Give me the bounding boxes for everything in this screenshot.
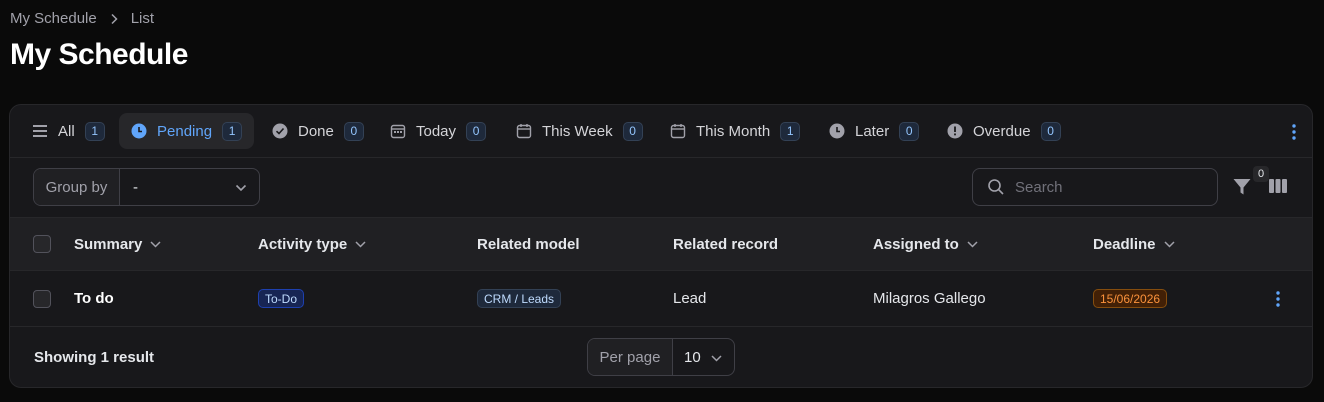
breadcrumb: My Schedule List [10, 10, 154, 27]
tab-overdue[interactable]: Overdue 0 [935, 113, 1073, 149]
search-icon [987, 178, 1005, 196]
column-header-summary[interactable]: Summary [74, 218, 161, 270]
clock-icon [829, 123, 845, 139]
count-badge: 0 [622, 121, 643, 141]
tab-done[interactable]: Done 0 [260, 113, 376, 149]
tab-this-month[interactable]: This Month 1 [658, 113, 812, 149]
calendar-icon [670, 123, 686, 139]
chevron-down-icon [150, 240, 161, 248]
search-input[interactable] [1015, 178, 1205, 196]
chevron-down-icon [1164, 240, 1175, 248]
count-badge: 0 [466, 121, 487, 141]
list-icon [32, 123, 48, 139]
tab-later[interactable]: Later 0 [817, 113, 931, 149]
row-select-cell [33, 271, 51, 326]
column-header-activity-type[interactable]: Activity type [258, 218, 366, 270]
column-header-related-record: Related record [673, 218, 778, 270]
related-model-cell: CRM / Leads [477, 271, 562, 326]
chevron-down-icon [711, 349, 722, 366]
column-header-deadline[interactable]: Deadline [1093, 218, 1175, 270]
tab-all[interactable]: All 1 [20, 113, 117, 149]
activity-type-cell: To-Do [258, 271, 305, 326]
count-badge: 0 [899, 121, 920, 141]
chevron-down-icon [355, 240, 366, 248]
activity-type-badge: To-Do [258, 289, 305, 308]
more-vertical-icon[interactable] [1286, 122, 1302, 142]
tab-label: Done [298, 122, 334, 140]
columns-icon[interactable] [1269, 178, 1287, 194]
group-by-value: - [133, 178, 138, 196]
filter-count-badge: 0 [1253, 166, 1269, 182]
table-footer: Showing 1 result Per page 10 [10, 327, 1312, 387]
table-header: Summary Activity type Related model Rela… [10, 218, 1312, 271]
clock-icon [131, 123, 147, 139]
more-vertical-icon[interactable] [1268, 289, 1288, 309]
group-by-label: Group by [34, 169, 120, 205]
table-toolbar: Group by - 0 [10, 158, 1312, 218]
alert-circle-icon [947, 123, 963, 139]
count-badge: 0 [1040, 121, 1061, 141]
tab-label: All [58, 122, 75, 140]
results-count: Showing 1 result [34, 349, 155, 366]
breadcrumb-item-my-schedule[interactable]: My Schedule [10, 10, 97, 27]
filter-icon[interactable] [1232, 177, 1252, 197]
per-page-select[interactable]: Per page 10 [587, 338, 735, 376]
chevron-down-icon [967, 240, 978, 248]
tab-this-week[interactable]: This Week 0 [504, 113, 655, 149]
calendar-today-icon [390, 123, 406, 139]
chevron-right-icon [109, 13, 119, 25]
per-page-value: 10 [684, 348, 701, 366]
assigned-to-cell: Milagros Gallego [873, 290, 986, 307]
tab-label: Today [416, 122, 457, 140]
tab-label: Overdue [973, 122, 1031, 140]
count-badge: 1 [84, 121, 105, 141]
deadline-badge: 15/06/2026 [1093, 289, 1168, 308]
per-page-dropdown[interactable]: 10 [673, 339, 734, 375]
column-label: Activity type [258, 235, 348, 253]
table-row[interactable]: To do To-Do CRM / Leads Lead Milagros Ga… [10, 271, 1312, 327]
related-record-cell[interactable]: Lead [673, 271, 706, 326]
chevron-down-icon [235, 179, 247, 196]
related-model-badge: CRM / Leads [477, 289, 562, 308]
row-checkbox[interactable] [33, 289, 51, 308]
select-all-cell [33, 218, 51, 270]
group-by-dropdown[interactable]: - [120, 169, 259, 205]
calendar-icon [516, 123, 532, 139]
schedule-panel: All 1 Pending 1 Done 0 Today 0 This Week… [9, 104, 1313, 388]
column-header-assigned-to[interactable]: Assigned to [873, 218, 978, 270]
tab-label: This Week [542, 122, 613, 140]
filter-tabs: All 1 Pending 1 Done 0 Today 0 This Week… [10, 105, 1312, 158]
column-label: Summary [74, 235, 143, 253]
group-by-select[interactable]: Group by - [33, 168, 260, 206]
count-badge: 0 [343, 121, 364, 141]
tab-label: Later [855, 122, 890, 140]
search-box [972, 168, 1218, 206]
select-all-checkbox[interactable] [33, 235, 51, 253]
count-badge: 1 [222, 121, 243, 141]
column-label: Related record [673, 235, 779, 253]
column-label: Assigned to [873, 235, 959, 253]
breadcrumb-item-list: List [130, 10, 155, 27]
per-page-label: Per page [588, 339, 673, 375]
column-header-related-model: Related model [477, 218, 580, 270]
column-label: Related model [477, 235, 580, 253]
count-badge: 1 [780, 121, 801, 141]
check-circle-icon [272, 123, 288, 139]
summary-cell: To do [74, 290, 114, 307]
page-title: My Schedule [10, 38, 188, 71]
tab-label: Pending [157, 122, 213, 140]
tab-pending[interactable]: Pending 1 [119, 113, 255, 149]
deadline-cell: 15/06/2026 [1093, 271, 1168, 326]
tab-today[interactable]: Today 0 [378, 113, 498, 149]
tab-label: This Month [696, 122, 771, 140]
column-label: Deadline [1093, 235, 1156, 253]
